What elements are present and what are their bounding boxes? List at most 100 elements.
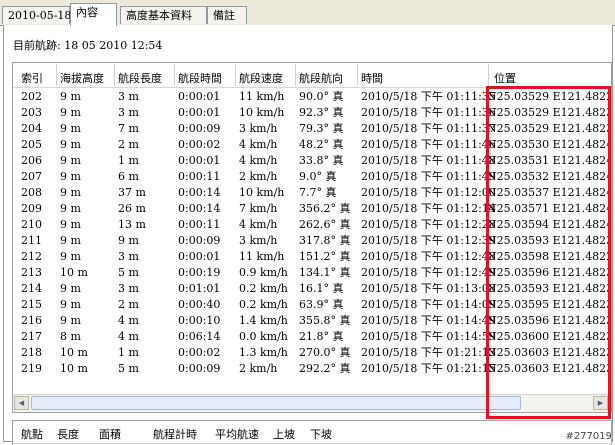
cell-time: 2010/5/18 下午 01:12:48 bbox=[361, 250, 496, 263]
tab-elevation-data[interactable]: 高度基本資料 bbox=[120, 6, 207, 24]
cell-time: 2010/5/18 下午 01:21:15 bbox=[361, 362, 496, 375]
cell-index: 216 bbox=[21, 314, 42, 327]
cell-leg-time: 0:00:09 bbox=[178, 122, 221, 135]
cell-index: 207 bbox=[21, 170, 42, 183]
cell-leg-time: 0:00:14 bbox=[178, 186, 221, 199]
cell-time: 2010/5/18 下午 01:14:59 bbox=[361, 330, 496, 343]
column-header-leg-length[interactable]: 航段長度 bbox=[118, 70, 162, 86]
cell-altitude: 9 m bbox=[60, 170, 81, 183]
cell-index: 210 bbox=[21, 218, 42, 231]
cell-index: 206 bbox=[21, 154, 42, 167]
cell-leg-speed: 1.4 km/h bbox=[239, 314, 288, 327]
watermark: #277019 bbox=[565, 431, 612, 442]
tab-content[interactable]: 內容 bbox=[70, 3, 117, 26]
cell-leg-heading: 92.3° 真 bbox=[299, 106, 344, 119]
column-divider[interactable] bbox=[295, 64, 296, 86]
cell-leg-speed: 4 km/h bbox=[239, 218, 278, 231]
cell-altitude: 9 m bbox=[60, 298, 81, 311]
column-divider[interactable] bbox=[114, 64, 115, 86]
cell-leg-heading: 90.0° 真 bbox=[299, 90, 344, 103]
cell-leg-length: 13 m bbox=[118, 218, 146, 231]
cell-leg-time: 0:00:01 bbox=[178, 250, 221, 263]
cell-leg-length: 5 m bbox=[118, 362, 139, 375]
cell-altitude: 9 m bbox=[60, 186, 81, 199]
summary-header-ascent[interactable]: 上坡 bbox=[273, 426, 295, 442]
summary-table[interactable]: 航點 長度 面積 航程計時 平均航速 上坡 下坡 bbox=[12, 420, 612, 445]
summary-header-descent[interactable]: 下坡 bbox=[310, 426, 332, 442]
cell-leg-heading: 16.1° 真 bbox=[299, 282, 344, 295]
cell-altitude: 9 m bbox=[60, 218, 81, 231]
cell-leg-length: 2 m bbox=[118, 138, 139, 151]
cell-leg-length: 9 m bbox=[118, 234, 139, 247]
cell-leg-time: 0:00:01 bbox=[178, 90, 221, 103]
tab-notes[interactable]: 備註 bbox=[207, 6, 247, 24]
cell-altitude: 9 m bbox=[60, 250, 81, 263]
cell-altitude: 9 m bbox=[60, 122, 81, 135]
column-header-time[interactable]: 時間 bbox=[361, 70, 383, 86]
cell-time: 2010/5/18 下午 01:12:14 bbox=[361, 202, 496, 215]
cell-leg-heading: 79.3° 真 bbox=[299, 122, 344, 135]
cell-altitude: 9 m bbox=[60, 234, 81, 247]
cell-leg-time: 0:00:19 bbox=[178, 266, 221, 279]
summary-header-area[interactable]: 面積 bbox=[99, 426, 121, 442]
cell-time: 2010/5/18 下午 01:11:37 bbox=[361, 122, 496, 135]
cell-leg-length: 4 m bbox=[118, 314, 139, 327]
cell-leg-length: 26 m bbox=[118, 202, 146, 215]
column-header-altitude[interactable]: 海拔高度 bbox=[60, 70, 104, 86]
cell-leg-speed: 4 km/h bbox=[239, 138, 278, 151]
cell-leg-speed: 2 km/h bbox=[239, 362, 278, 375]
cell-time: 2010/5/18 下午 01:11:48 bbox=[361, 154, 496, 167]
column-header-leg-time[interactable]: 航段時間 bbox=[178, 70, 222, 86]
cell-index: 205 bbox=[21, 138, 42, 151]
cell-leg-time: 0:00:40 bbox=[178, 298, 221, 311]
arrow-left-icon[interactable]: ◀ bbox=[14, 396, 29, 410]
cell-leg-heading: 151.2° 真 bbox=[299, 250, 351, 263]
column-divider[interactable] bbox=[488, 64, 489, 86]
current-track-label: 目前航跡: bbox=[13, 39, 61, 52]
summary-header-length[interactable]: 長度 bbox=[57, 426, 79, 442]
column-divider[interactable] bbox=[56, 64, 57, 86]
cell-leg-speed: 3 km/h bbox=[239, 234, 278, 247]
column-header-position[interactable]: 位置 bbox=[494, 70, 516, 86]
cell-leg-time: 0:00:14 bbox=[178, 202, 221, 215]
cell-index: 204 bbox=[21, 122, 42, 135]
current-track: 目前航跡: 18 05 2010 12:54 bbox=[13, 37, 162, 53]
cell-altitude: 10 m bbox=[60, 346, 88, 359]
scrollbar-thumb[interactable] bbox=[31, 396, 521, 410]
cell-altitude: 10 m bbox=[60, 266, 88, 279]
column-header-index[interactable]: 索引 bbox=[21, 70, 43, 86]
cell-leg-length: 3 m bbox=[118, 282, 139, 295]
cell-leg-time: 0:00:02 bbox=[178, 138, 221, 151]
column-header-leg-heading[interactable]: 航段航向 bbox=[299, 70, 343, 86]
cell-leg-speed: 3 km/h bbox=[239, 122, 278, 135]
cell-index: 214 bbox=[21, 282, 42, 295]
cell-time: 2010/5/18 下午 01:14:09 bbox=[361, 298, 496, 311]
cell-leg-speed: 1.3 km/h bbox=[239, 346, 288, 359]
cell-time: 2010/5/18 下午 01:11:35 bbox=[361, 90, 496, 103]
cell-index: 202 bbox=[21, 90, 42, 103]
summary-header: 航點 長度 面積 航程計時 平均航速 上坡 下坡 bbox=[13, 421, 611, 444]
cell-time: 2010/5/18 下午 01:14:49 bbox=[361, 314, 496, 327]
cell-leg-length: 4 m bbox=[118, 330, 139, 343]
cell-leg-time: 0:00:09 bbox=[178, 362, 221, 375]
cell-leg-length: 1 m bbox=[118, 154, 139, 167]
cell-altitude: 9 m bbox=[60, 154, 81, 167]
cell-leg-heading: 355.8° 真 bbox=[299, 314, 351, 327]
cell-leg-length: 6 m bbox=[118, 170, 139, 183]
tab-date[interactable]: 2010-05-18 bbox=[2, 6, 71, 24]
cell-altitude: 9 m bbox=[60, 90, 81, 103]
cell-leg-length: 37 m bbox=[118, 186, 146, 199]
cell-leg-heading: 292.2° 真 bbox=[299, 362, 351, 375]
cell-leg-time: 0:00:09 bbox=[178, 234, 221, 247]
column-divider[interactable] bbox=[235, 64, 236, 86]
summary-header-duration[interactable]: 航程計時 bbox=[153, 426, 197, 442]
cell-leg-time: 0:00:02 bbox=[178, 346, 221, 359]
summary-header-avg-speed[interactable]: 平均航速 bbox=[215, 426, 259, 442]
cell-leg-heading: 134.1° 真 bbox=[299, 266, 351, 279]
cell-altitude: 9 m bbox=[60, 282, 81, 295]
cell-time: 2010/5/18 下午 01:12:00 bbox=[361, 186, 496, 199]
column-header-leg-speed[interactable]: 航段速度 bbox=[239, 70, 283, 86]
column-divider[interactable] bbox=[174, 64, 175, 86]
summary-header-points[interactable]: 航點 bbox=[21, 426, 43, 442]
column-divider[interactable] bbox=[357, 64, 358, 86]
